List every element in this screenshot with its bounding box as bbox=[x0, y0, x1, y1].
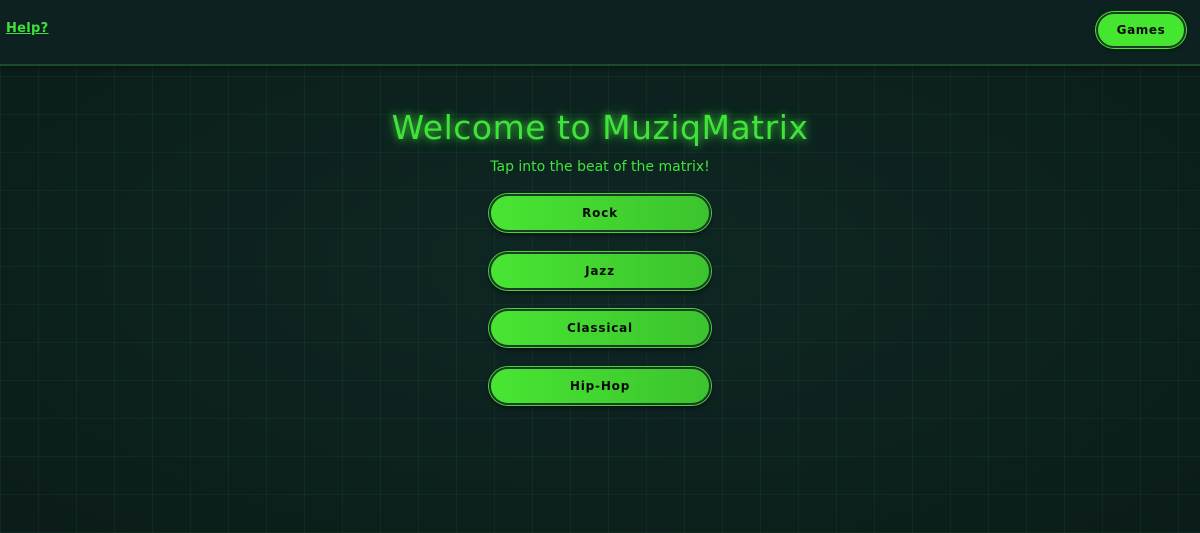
genre-button-classical[interactable]: Classical bbox=[489, 309, 711, 347]
top-navigation-bar: Help? Games bbox=[0, 0, 1200, 66]
genre-button-list: Rock Jazz Classical Hip-Hop bbox=[489, 194, 711, 424]
genre-button-hip-hop[interactable]: Hip-Hop bbox=[489, 366, 711, 405]
page-subtitle: Tap into the beat of the matrix! bbox=[490, 159, 710, 175]
genre-button-rock[interactable]: Rock bbox=[489, 194, 711, 232]
games-button[interactable]: Games bbox=[1096, 12, 1186, 48]
help-link[interactable]: Help? bbox=[6, 21, 49, 36]
main-content: Welcome to MuziqMatrix Tap into the beat… bbox=[0, 64, 1200, 424]
genre-button-jazz[interactable]: Jazz bbox=[489, 251, 711, 290]
page-title: Welcome to MuziqMatrix bbox=[391, 108, 809, 147]
